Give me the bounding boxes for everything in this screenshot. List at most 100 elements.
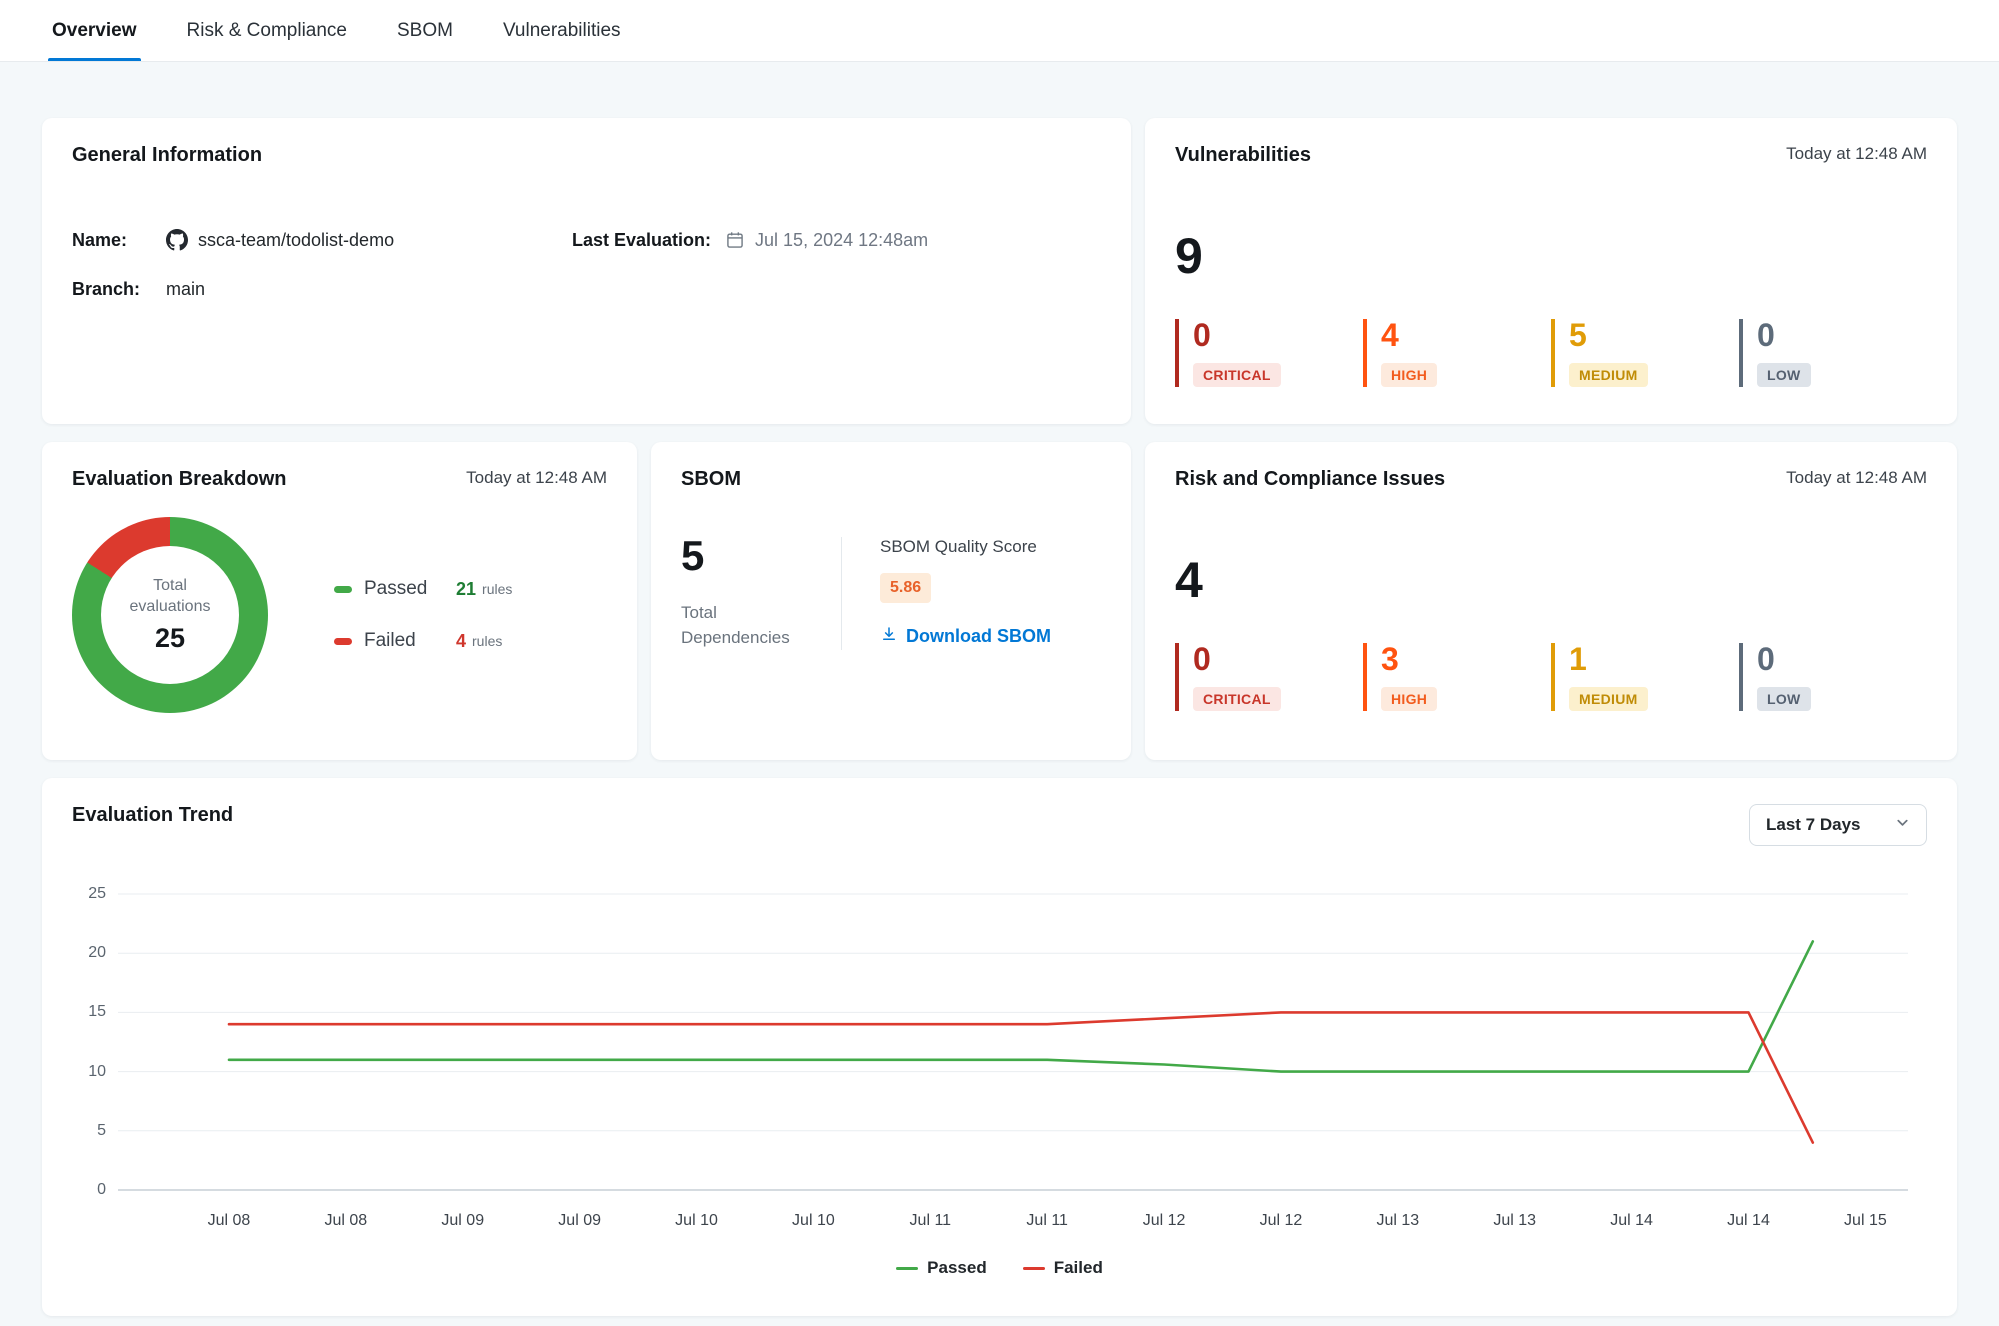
sbom-title: SBOM	[681, 468, 741, 491]
severity-medium-badge: MEDIUM	[1569, 687, 1648, 711]
x-axis-tick: Jul 14	[1610, 1212, 1653, 1230]
failed-label: Failed	[364, 630, 456, 652]
x-axis-tick: Jul 13	[1376, 1212, 1419, 1230]
tab-risk-compliance-label: Risk & Compliance	[187, 20, 348, 42]
x-axis: Jul 08 Jul 08 Jul 09 Jul 09 Jul 10 Jul 10 Jul …	[118, 1198, 1908, 1242]
dashboard-content: General Information Name: ssca-team/todo…	[0, 62, 1999, 1316]
sbom-quality-block: SBOM Quality Score 5.86 Download SBOM	[880, 535, 1051, 650]
severity-critical-count: 0	[1193, 643, 1363, 675]
tab-risk-compliance[interactable]: Risk & Compliance	[183, 0, 352, 61]
risk-compliance-total: 4	[1175, 555, 1927, 605]
time-range-value: Last 7 Days	[1766, 815, 1861, 835]
severity-medium: 5 MEDIUM	[1551, 319, 1739, 387]
severity-low-count: 0	[1757, 643, 1927, 675]
severity-high-badge: HIGH	[1381, 687, 1437, 711]
x-axis-tick: Jul 11	[1026, 1212, 1068, 1230]
severity-critical-count: 0	[1193, 319, 1363, 351]
passed-line-icon	[896, 1267, 918, 1270]
sbom-quality-label: SBOM Quality Score	[880, 537, 1051, 557]
tab-vulnerabilities-label: Vulnerabilities	[503, 20, 621, 42]
failed-unit: rules	[472, 633, 502, 649]
x-axis-tick: Jul 10	[675, 1212, 718, 1230]
trend-chart-legend: Passed Failed	[72, 1258, 1927, 1278]
severity-high-badge: HIGH	[1381, 363, 1437, 387]
x-axis-tick: Jul 08	[325, 1212, 368, 1230]
x-axis-tick: Jul 14	[1727, 1212, 1770, 1230]
severity-high: 3 HIGH	[1363, 643, 1551, 711]
calendar-icon	[725, 230, 745, 250]
tab-overview[interactable]: Overview	[48, 0, 141, 61]
x-axis-tick: Jul 15	[1844, 1212, 1887, 1230]
sbom-total-block: 5 Total Dependencies	[681, 535, 841, 650]
x-axis-tick: Jul 09	[558, 1212, 601, 1230]
general-information-card: General Information Name: ssca-team/todo…	[42, 118, 1131, 424]
vertical-divider	[841, 537, 842, 650]
risk-compliance-severity-row: 0 CRITICAL 3 HIGH 1 MEDIUM 0 LOW	[1175, 643, 1927, 711]
tab-vulnerabilities[interactable]: Vulnerabilities	[499, 0, 625, 61]
failed-marker-icon	[334, 638, 352, 645]
x-axis-tick: Jul 08	[208, 1212, 251, 1230]
sbom-total-count: 5	[681, 535, 841, 577]
donut-center-label: Total evaluations	[122, 576, 218, 618]
y-axis-tick: 10	[88, 1063, 106, 1081]
x-axis-tick: Jul 13	[1493, 1212, 1536, 1230]
general-information-title: General Information	[72, 144, 262, 167]
branch-label: Branch:	[72, 279, 156, 300]
evaluation-breakdown-card: Evaluation Breakdown Today at 12:48 AM T…	[42, 442, 637, 760]
vulnerabilities-timestamp: Today at 12:48 AM	[1786, 144, 1927, 164]
severity-critical-badge: CRITICAL	[1193, 687, 1281, 711]
severity-high: 4 HIGH	[1363, 319, 1551, 387]
risk-compliance-timestamp: Today at 12:48 AM	[1786, 468, 1927, 488]
passed-count: 21	[456, 579, 476, 600]
risk-compliance-title: Risk and Compliance Issues	[1175, 468, 1445, 491]
x-axis-tick: Jul 10	[792, 1212, 835, 1230]
vulnerabilities-severity-row: 0 CRITICAL 4 HIGH 5 MEDIUM 0 LOW	[1175, 319, 1927, 387]
download-icon	[880, 625, 898, 648]
evaluation-breakdown-legend: Passed 21 rules Failed 4 rules	[334, 578, 512, 652]
passed-unit: rules	[482, 581, 512, 597]
severity-medium: 1 MEDIUM	[1551, 643, 1739, 711]
sbom-quality-score-badge: 5.86	[880, 573, 931, 603]
branch-row: Branch: main	[72, 279, 572, 300]
severity-medium-count: 5	[1569, 319, 1739, 351]
x-axis-tick: Jul 09	[441, 1212, 484, 1230]
severity-high-count: 3	[1381, 643, 1551, 675]
legend-failed-row: Failed 4 rules	[334, 630, 512, 652]
x-axis-tick: Jul 12	[1260, 1212, 1303, 1230]
legend-passed-row: Passed 21 rules	[334, 578, 512, 600]
sbom-total-label: Total Dependencies	[681, 601, 801, 650]
tab-sbom[interactable]: SBOM	[393, 0, 457, 61]
name-label: Name:	[72, 230, 156, 251]
severity-low: 0 LOW	[1739, 319, 1927, 387]
download-sbom-link[interactable]: Download SBOM	[880, 625, 1051, 648]
chevron-down-icon	[1895, 815, 1910, 835]
failed-line-icon	[1023, 1267, 1045, 1270]
severity-critical: 0 CRITICAL	[1175, 643, 1363, 711]
evaluation-breakdown-timestamp: Today at 12:48 AM	[466, 468, 607, 488]
severity-low: 0 LOW	[1739, 643, 1927, 711]
last-evaluation-row: Last Evaluation: Jul 15, 2024 12:48am	[572, 229, 1101, 251]
severity-low-count: 0	[1757, 319, 1927, 351]
passed-label: Passed	[364, 578, 456, 600]
tab-overview-label: Overview	[52, 20, 137, 42]
donut-center-total: 25	[155, 623, 185, 654]
severity-medium-count: 1	[1569, 643, 1739, 675]
evaluation-trend-title: Evaluation Trend	[72, 804, 233, 827]
y-axis-tick: 15	[88, 1003, 106, 1021]
y-axis-tick: 20	[88, 944, 106, 962]
severity-high-count: 4	[1381, 319, 1551, 351]
time-range-select[interactable]: Last 7 Days	[1749, 804, 1927, 846]
branch-value: main	[166, 279, 205, 300]
tab-sbom-label: SBOM	[397, 20, 453, 42]
last-evaluation-label: Last Evaluation:	[572, 230, 711, 251]
severity-critical: 0 CRITICAL	[1175, 319, 1363, 387]
donut-center: Total evaluations 25	[101, 546, 239, 684]
evaluation-trend-card: Evaluation Trend Last 7 Days 0510152025 …	[42, 778, 1957, 1316]
vulnerabilities-total: 9	[1175, 231, 1927, 281]
trend-chart-svg	[118, 886, 1908, 1198]
severity-medium-badge: MEDIUM	[1569, 363, 1648, 387]
legend-failed-label: Failed	[1054, 1258, 1103, 1278]
github-icon	[166, 229, 188, 251]
y-axis: 0510152025	[72, 886, 118, 1198]
vulnerabilities-title: Vulnerabilities	[1175, 144, 1311, 167]
